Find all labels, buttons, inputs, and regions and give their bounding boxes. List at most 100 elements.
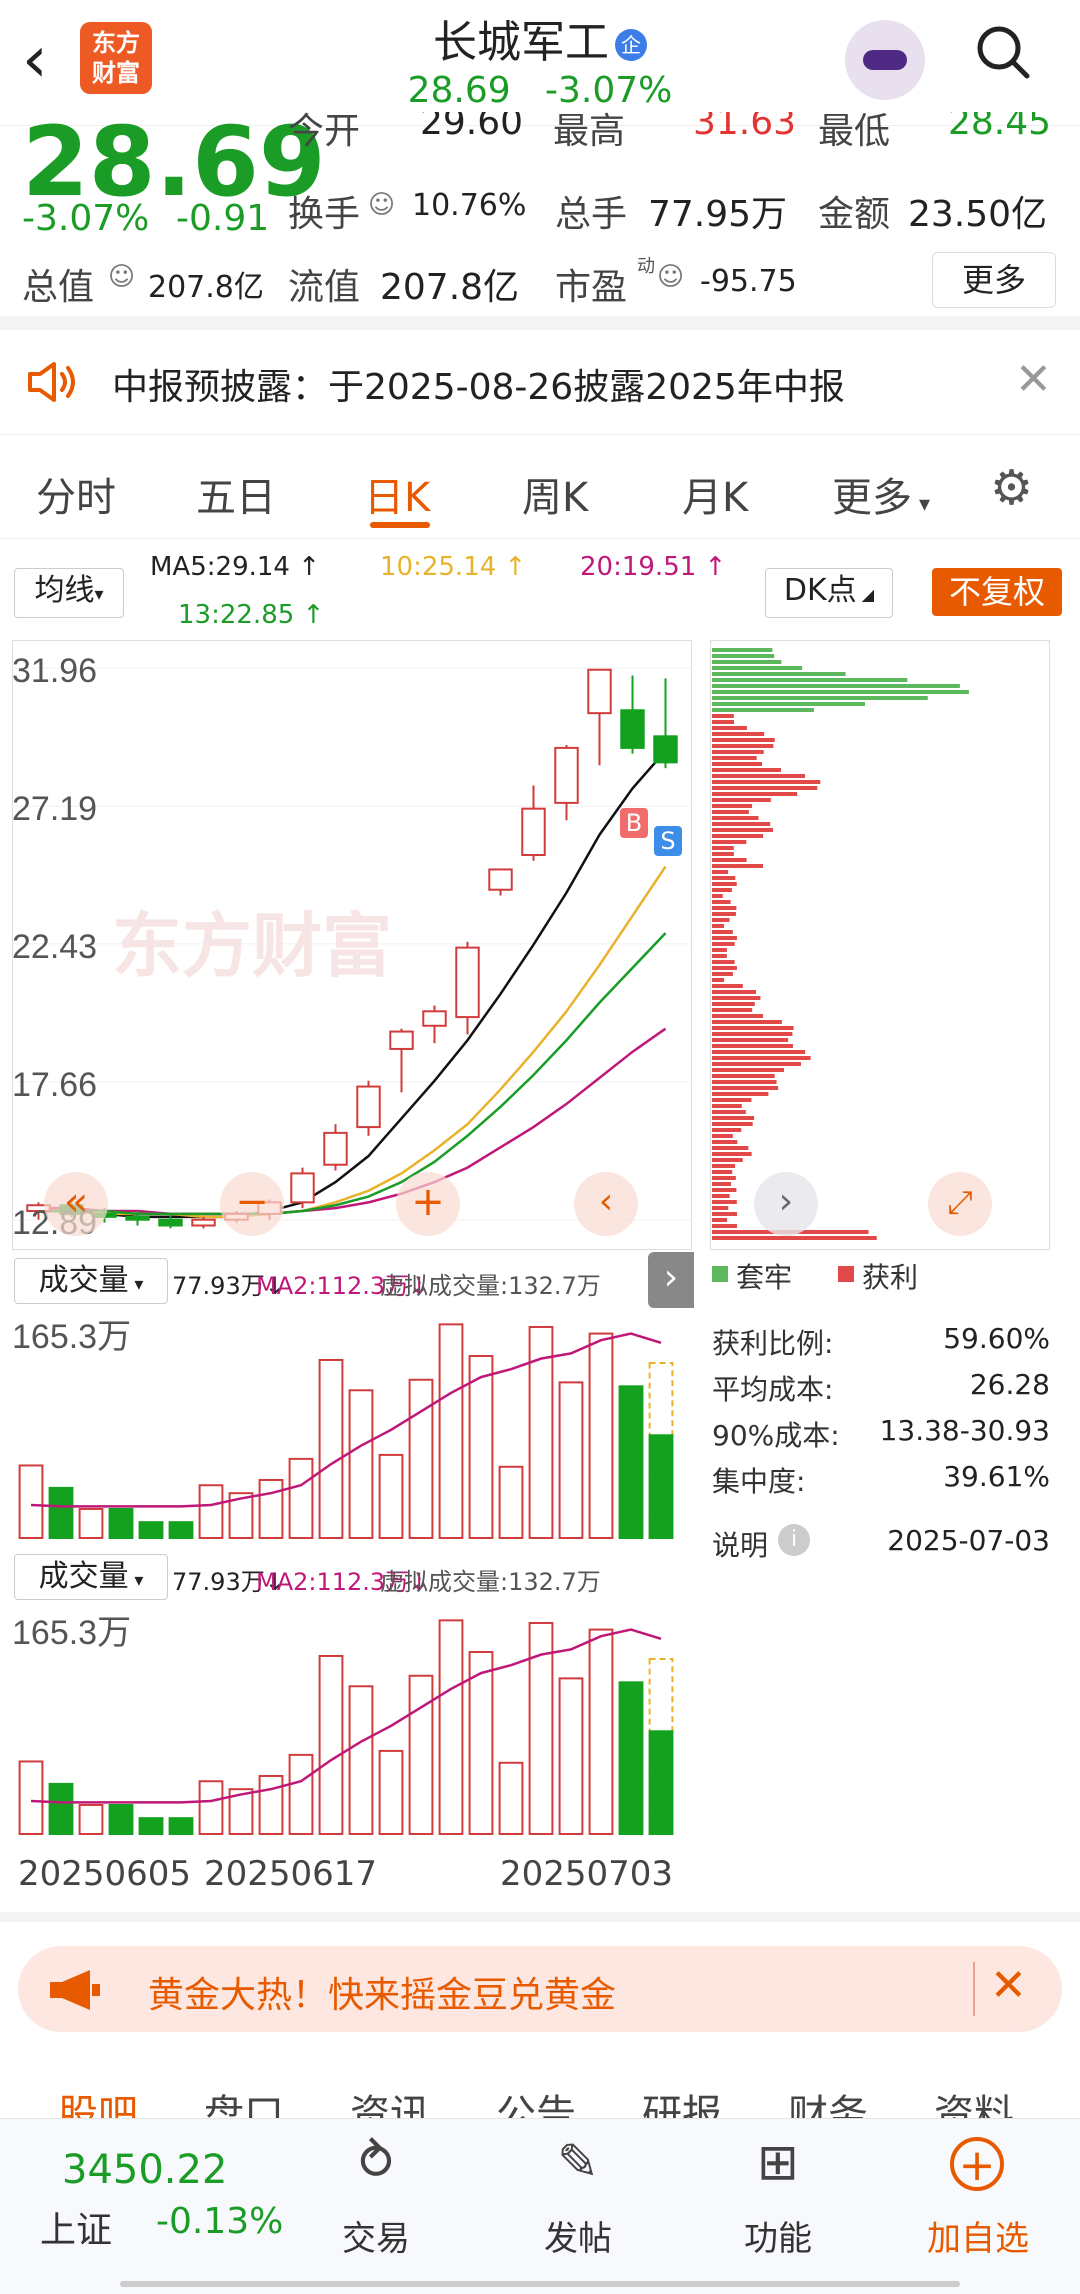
chip-bar — [712, 1236, 877, 1240]
chip-bar — [712, 810, 749, 814]
buy-marker[interactable]: B — [620, 808, 648, 838]
tab-finance[interactable]: 财务 — [788, 2082, 868, 2118]
tab-research[interactable]: 研报 — [642, 2082, 722, 2118]
candle — [587, 668, 612, 715]
nav-trade[interactable]: 交易 — [306, 2211, 446, 2260]
close-icon[interactable]: ✕ — [1015, 354, 1052, 405]
dk-point-button[interactable]: DK点 ◢ — [765, 568, 893, 618]
x-tick: 20250605 — [18, 1854, 192, 1894]
info-icon[interactable]: ☺ — [108, 262, 135, 292]
x-tick: 20250617 — [204, 1854, 378, 1894]
more-button[interactable]: 更多 — [932, 252, 1056, 308]
edit-post-icon[interactable]: ✎ — [508, 2133, 648, 2191]
chip-bar — [712, 696, 928, 700]
volume-bar — [318, 1358, 344, 1540]
tab-announcements[interactable]: 公告 — [496, 2082, 576, 2118]
chip-bar — [712, 780, 821, 784]
tab-monthly-k[interactable]: 月K — [682, 465, 748, 523]
trade-icon[interactable]: ⥁ — [306, 2133, 446, 2191]
index-name[interactable]: 上证 — [40, 2201, 112, 2253]
add-favorite-icon[interactable]: + — [950, 2137, 1004, 2191]
gear-icon[interactable]: ⚙ — [990, 460, 1033, 516]
info-icon[interactable]: ☺ — [657, 262, 684, 292]
volume-selector[interactable]: 成交量 ▾ — [14, 1554, 168, 1600]
tab-news[interactable]: 资讯 — [350, 2082, 430, 2118]
volume-bar — [48, 1782, 74, 1835]
tab-guba[interactable]: 股吧 — [58, 2082, 138, 2118]
volume-bar — [288, 1753, 314, 1835]
y-tick: 31.96 — [12, 652, 97, 690]
nav-functions[interactable]: 功能 — [708, 2211, 848, 2260]
index-change[interactable]: -0.13% — [156, 2201, 283, 2242]
chip-bar — [712, 1020, 782, 1024]
divider — [0, 538, 1080, 539]
chip-bar — [712, 1116, 755, 1120]
candle — [554, 746, 579, 804]
chip-bar — [712, 660, 782, 664]
bottom-nav: 3450.22 上证 -0.13% ⥁ 交易 ✎ 发帖 ⊞ 功能 + 加自选 — [0, 2118, 1080, 2294]
tab-weekly-k[interactable]: 周K — [522, 465, 588, 523]
nav-post[interactable]: 发帖 — [508, 2211, 648, 2260]
candle — [620, 709, 645, 749]
candle — [125, 1215, 150, 1221]
stat-value: 59.60% — [943, 1322, 1050, 1355]
chip-bar — [712, 1212, 737, 1216]
candlestick-chart[interactable]: 东方财富 31.9627.1922.4317.6612.89 — [12, 640, 692, 1250]
expand-panel-icon[interactable]: › — [648, 1252, 694, 1308]
chip-bar — [712, 846, 734, 850]
volume-chart-2: 165.3万 — [12, 1614, 674, 1836]
chip-bar — [712, 1008, 753, 1012]
volume-bar — [18, 1464, 44, 1539]
home-indicator — [120, 2281, 960, 2287]
promo-banner[interactable]: 黄金大热！快来摇金豆兑黄金 ✕ — [18, 1946, 1062, 2032]
zoom-out-icon[interactable]: − — [220, 1172, 284, 1236]
chip-bar — [712, 840, 747, 844]
volume-selector[interactable]: 成交量 ▾ — [14, 1258, 168, 1304]
close-icon[interactable]: ✕ — [990, 1960, 1027, 2011]
stat-label: 获利比例: — [712, 1327, 834, 1360]
chip-bar — [712, 822, 771, 826]
tab-intraday[interactable]: 分时 — [36, 465, 116, 523]
step-left-icon[interactable]: ‹ — [574, 1172, 638, 1236]
nav-add-watchlist[interactable]: 加自选 — [908, 2211, 1048, 2260]
step-right-icon[interactable]: › — [754, 1172, 818, 1236]
stat-value: 39.61% — [943, 1460, 1050, 1493]
tab-profile[interactable]: 资料 — [934, 2082, 1014, 2118]
volume-bar — [18, 1760, 44, 1835]
notice-bar[interactable]: 中报预披露：于2025-08-26披露2025年中报 ✕ — [0, 330, 1080, 434]
megaphone-icon — [50, 1970, 100, 2010]
chip-bar — [712, 702, 866, 706]
volume-header-2: 成交量 ▾ 77.93万↓ MA2:112.3万↓ 虚拟成交量:132.7万 — [0, 1548, 694, 1604]
chip-bar — [712, 762, 762, 766]
info-icon[interactable]: i — [778, 1524, 810, 1556]
divider — [0, 1912, 1080, 1922]
note-link[interactable]: 说明 — [712, 1524, 768, 1564]
volume-bar — [408, 1674, 434, 1835]
scroll-left-icon[interactable]: « — [44, 1172, 108, 1236]
dropdown-arrow-icon: ▾ — [128, 1570, 144, 1591]
y-tick: 27.19 — [12, 790, 97, 828]
candle — [521, 807, 546, 856]
candle — [653, 735, 678, 764]
chip-bar — [712, 1218, 728, 1222]
sell-marker[interactable]: S — [654, 826, 682, 856]
tab-5day[interactable]: 五日 — [196, 465, 276, 523]
expand-icon[interactable]: ⤢ — [928, 1172, 992, 1236]
zoom-in-icon[interactable]: + — [396, 1172, 460, 1236]
assistant-avatar-icon[interactable] — [845, 20, 925, 100]
no-adjust-button[interactable]: 不复权 — [932, 568, 1062, 616]
volume-bar — [438, 1619, 464, 1836]
info-icon[interactable]: ☺ — [368, 190, 395, 220]
grid-apps-icon[interactable]: ⊞ — [708, 2133, 848, 2191]
tab-more[interactable]: 更多 ▾ — [832, 465, 930, 523]
tab-daily-k[interactable]: 日K — [364, 465, 430, 523]
dropdown-arrow-icon: ▾ — [912, 492, 931, 517]
ma-selector[interactable]: 均线▾ — [14, 568, 124, 618]
volume-bar — [588, 1628, 614, 1836]
chip-bar — [712, 1068, 784, 1072]
chip-bar — [712, 1032, 793, 1036]
search-icon[interactable] — [975, 24, 1031, 80]
tab-pankou[interactable]: 盘口 — [204, 2082, 284, 2118]
index-value[interactable]: 3450.22 — [62, 2147, 227, 2193]
change-abs: -0.91 — [176, 198, 270, 239]
